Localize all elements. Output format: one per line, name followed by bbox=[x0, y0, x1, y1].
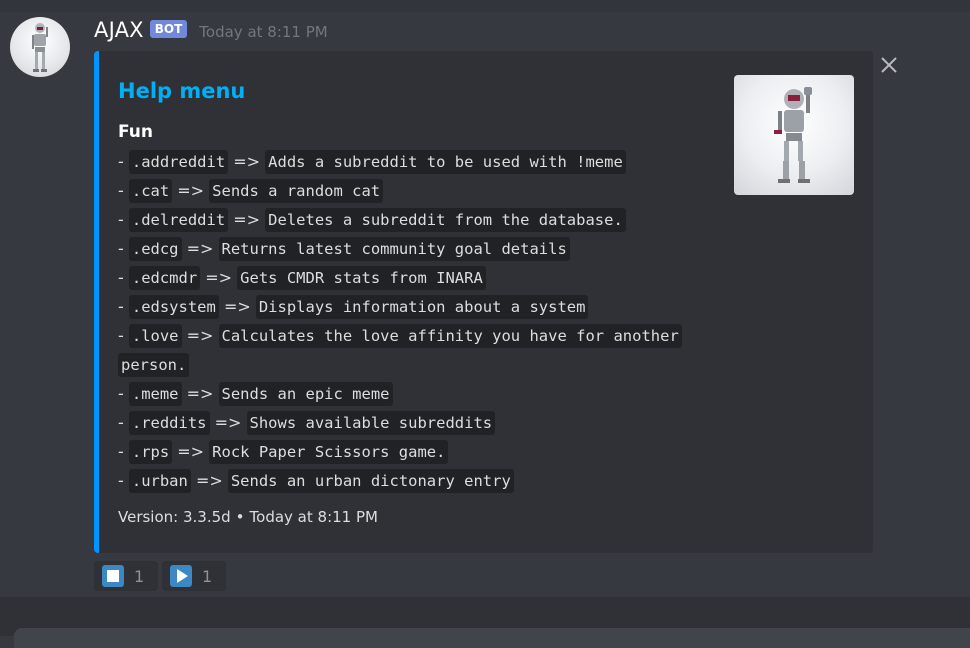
footer-separator: • bbox=[235, 508, 245, 526]
command-description: Shows available subreddits bbox=[246, 411, 496, 435]
command-description: Sends a random cat bbox=[209, 179, 384, 203]
embed-footer: Version: 3.3.5d • Today at 8:11 PM bbox=[118, 508, 378, 526]
command-description: person. bbox=[118, 353, 190, 377]
help-embed: Help menu Fun - .addreddit => Adds a sub… bbox=[94, 51, 873, 553]
message-timestamp[interactable]: Today at 8:11 PM bbox=[199, 23, 327, 41]
bot-avatar[interactable] bbox=[10, 17, 70, 77]
command-description: Returns latest community goal details bbox=[218, 237, 570, 261]
command-code: .cat bbox=[128, 179, 173, 203]
reaction-play[interactable]: 1 bbox=[162, 561, 226, 591]
reaction-stop[interactable]: 1 bbox=[94, 561, 158, 591]
message-input[interactable] bbox=[14, 628, 970, 648]
command-description: Sends an urban dictonary entry bbox=[227, 469, 514, 493]
reaction-count: 1 bbox=[202, 566, 213, 586]
bot-badge: BOT bbox=[149, 20, 188, 38]
username[interactable]: AJAX bbox=[94, 18, 144, 42]
command-line: - .reddits => Shows available subreddits bbox=[118, 408, 728, 437]
stop-button-icon bbox=[102, 565, 124, 587]
command-code: .delreddit bbox=[128, 208, 229, 232]
previous-message-area bbox=[0, 0, 970, 12]
command-line: - .cat => Sends a random cat bbox=[118, 176, 728, 205]
robot-thumbnail-icon bbox=[774, 87, 812, 183]
command-line: - .edcg => Returns latest community goal… bbox=[118, 234, 728, 263]
command-description: Rock Paper Scissors game. bbox=[209, 440, 449, 464]
command-line: - .delreddit => Deletes a subreddit from… bbox=[118, 205, 728, 234]
footer-timestamp: Today at 8:11 PM bbox=[249, 508, 378, 526]
command-code: .love bbox=[128, 324, 182, 348]
field-name: Fun bbox=[118, 122, 153, 142]
command-line: - .urban => Sends an urban dictonary ent… bbox=[118, 466, 728, 495]
command-code: .edcg bbox=[128, 237, 182, 261]
robot-avatar-icon bbox=[32, 23, 48, 72]
command-description: Gets CMDR stats from INARA bbox=[237, 266, 486, 290]
command-code: .edcmdr bbox=[128, 266, 201, 290]
command-line: - .edcmdr => Gets CMDR stats from INARA bbox=[118, 263, 728, 292]
command-description: Sends an epic meme bbox=[218, 382, 393, 406]
embed-title: Help menu bbox=[118, 79, 246, 103]
command-line: - .rps => Rock Paper Scissors game. bbox=[118, 437, 728, 466]
reaction-count: 1 bbox=[134, 566, 145, 586]
command-line: - .love => Calculates the love affinity … bbox=[118, 321, 728, 350]
command-code: .addreddit bbox=[128, 150, 229, 174]
command-code: .meme bbox=[128, 382, 182, 406]
command-line: - .meme => Sends an epic meme bbox=[118, 379, 728, 408]
command-line: - .edsystem => Displays information abou… bbox=[118, 292, 728, 321]
command-list: - .addreddit => Adds a subreddit to be u… bbox=[118, 147, 728, 495]
command-code: .rps bbox=[128, 440, 173, 464]
embed-thumbnail[interactable] bbox=[734, 75, 854, 195]
command-line-continuation: person. bbox=[118, 350, 728, 379]
command-description: Calculates the love affinity you have fo… bbox=[218, 324, 682, 348]
message-header: AJAX BOT Today at 8:11 PM bbox=[94, 18, 328, 42]
command-description: Displays information about a system bbox=[255, 295, 589, 319]
close-icon[interactable] bbox=[876, 52, 902, 78]
footer-version: Version: 3.3.5d bbox=[118, 508, 231, 526]
reactions-bar: 1 1 bbox=[94, 561, 226, 591]
play-button-icon bbox=[170, 565, 192, 587]
command-code: .reddits bbox=[128, 411, 210, 435]
command-description: Deletes a subreddit from the database. bbox=[265, 208, 626, 232]
command-description: Adds a subreddit to be used with !meme bbox=[265, 150, 626, 174]
command-code: .urban bbox=[128, 469, 191, 493]
command-code: .edsystem bbox=[128, 295, 219, 319]
command-line: - .addreddit => Adds a subreddit to be u… bbox=[118, 147, 728, 176]
